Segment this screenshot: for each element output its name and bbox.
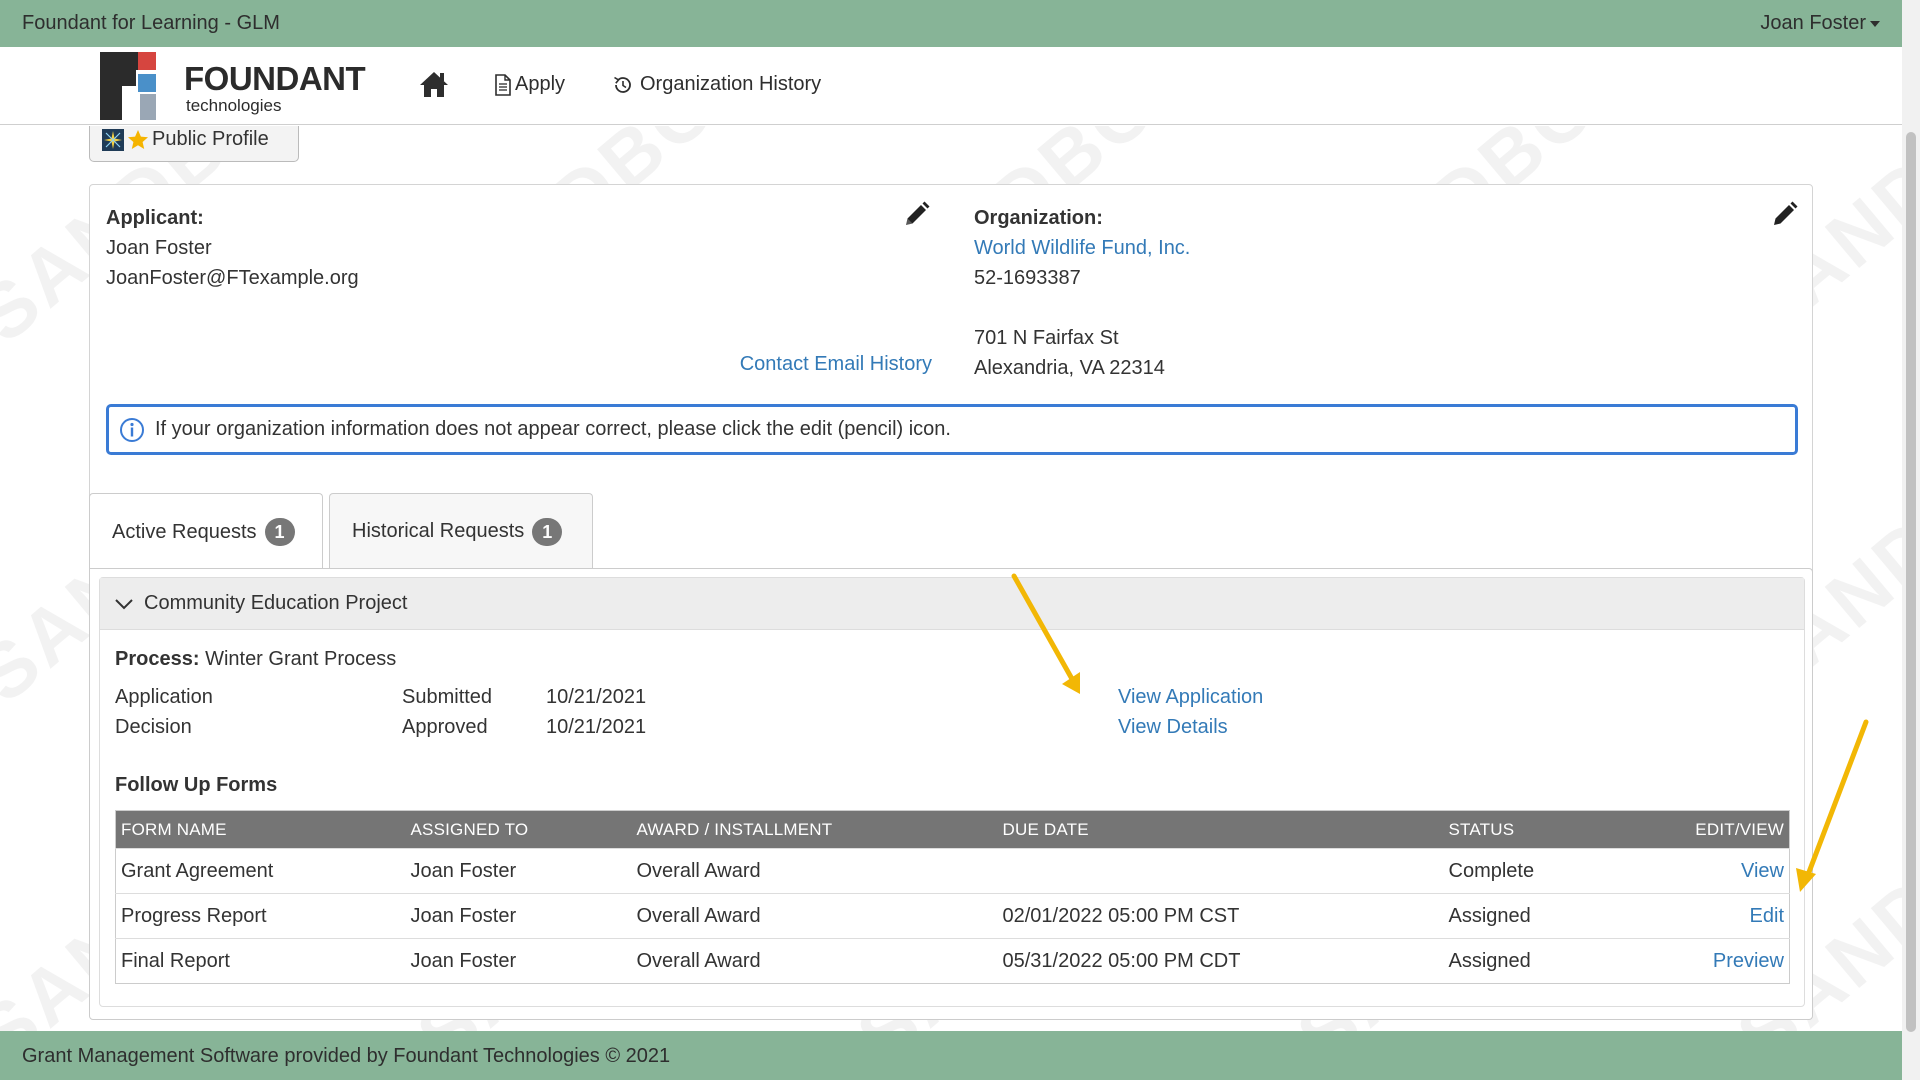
- column-header: FORM NAME: [115, 810, 406, 849]
- foundant-logo-mark-icon: [100, 52, 156, 120]
- active-requests-panel: Community Education Project Process: Win…: [89, 568, 1813, 1020]
- stage-name: Application: [115, 686, 213, 708]
- preview-form-link[interactable]: Preview: [1713, 950, 1784, 972]
- applicant-email: JoanFoster@FTexample.org: [106, 267, 359, 289]
- edit-organization-pencil-icon[interactable]: [1770, 201, 1798, 229]
- column-header: AWARD / INSTALLMENT: [631, 810, 998, 849]
- table-header-row: FORM NAME ASSIGNED TO AWARD / INSTALLMEN…: [115, 810, 1790, 849]
- logo-wordmark: FOUNDANT: [184, 60, 366, 97]
- form-name: Progress Report: [115, 893, 406, 939]
- form-name: Grant Agreement: [115, 848, 406, 894]
- due-date: [997, 848, 1444, 894]
- stage-date: 10/21/2021: [546, 686, 647, 708]
- organization-address-line1: 701 N Fairfax St: [974, 327, 1119, 349]
- edit-applicant-pencil-icon[interactable]: [902, 201, 930, 229]
- info-alert-message: If your organization information does no…: [155, 418, 951, 440]
- applicant-name: Joan Foster: [106, 237, 212, 259]
- edit-form-link[interactable]: Edit: [1750, 905, 1784, 927]
- award-installment: Overall Award: [631, 938, 998, 984]
- stage-name: Decision: [115, 716, 192, 738]
- tab-label: Historical Requests: [352, 520, 525, 542]
- organization-name-link[interactable]: World Wildlife Fund, Inc.: [974, 237, 1190, 259]
- process-line: Process: Winter Grant Process: [115, 648, 396, 671]
- count-badge: 1: [264, 518, 295, 546]
- stage-status: Approved: [402, 716, 488, 738]
- column-header: STATUS: [1443, 810, 1644, 849]
- chevron-down-icon: [115, 598, 133, 609]
- home-icon: [420, 72, 448, 97]
- apply-label: Apply: [515, 73, 566, 95]
- user-menu[interactable]: Joan Foster: [1760, 12, 1880, 35]
- request-title: Community Education Project: [144, 592, 408, 614]
- apply-link[interactable]: Apply: [494, 73, 565, 96]
- top-bar: Foundant for Learning - GLM Joan Foster: [0, 0, 1902, 47]
- process-value: Winter Grant Process: [205, 648, 397, 670]
- public-profile-label: Public Profile: [152, 128, 269, 150]
- organization-address-line2: Alexandria, VA 22314: [974, 357, 1165, 379]
- due-date: 02/01/2022 05:00 PM CST: [997, 893, 1444, 939]
- app-title: Foundant for Learning - GLM: [22, 12, 280, 34]
- column-header: EDIT/VIEW: [1643, 810, 1790, 849]
- document-icon: [495, 73, 511, 96]
- view-application-link[interactable]: View Application: [1118, 686, 1263, 709]
- public-profile-button[interactable]: Public Profile: [89, 126, 299, 162]
- history-icon: [614, 76, 631, 93]
- form-status: Assigned: [1443, 938, 1644, 984]
- sparkle-icon: [102, 128, 124, 151]
- assigned-to: Joan Foster: [405, 938, 632, 984]
- tab-active-requests[interactable]: Active Requests 1: [89, 493, 323, 570]
- foundant-logo[interactable]: FOUNDANT technologies: [98, 50, 373, 122]
- award-installment: Overall Award: [631, 848, 998, 894]
- nav-bar: FOUNDANT technologies Apply Organization…: [0, 47, 1902, 125]
- home-link[interactable]: [418, 69, 450, 99]
- applicant-heading: Applicant:: [106, 207, 204, 229]
- follow-up-forms-table: FORM NAME ASSIGNED TO AWARD / INSTALLMEN…: [115, 810, 1790, 984]
- table-row: Grant Agreement Joan Foster Overall Awar…: [115, 848, 1790, 894]
- request-header-toggle[interactable]: Community Education Project: [100, 578, 1804, 630]
- column-header: ASSIGNED TO: [405, 810, 632, 849]
- due-date: 05/31/2022 05:00 PM CDT: [997, 938, 1444, 984]
- award-installment: Overall Award: [631, 893, 998, 939]
- process-label: Process:: [115, 648, 200, 670]
- stage-date: 10/21/2021: [546, 716, 647, 738]
- table-row: Progress Report Joan Foster Overall Awar…: [115, 893, 1790, 939]
- count-badge: 1: [532, 517, 563, 546]
- star-icon: [128, 129, 148, 149]
- organization-history-label: Organization History: [640, 73, 822, 95]
- main-content: SANDBOXSANDBOXSANDBOXSANDBOXSANDBOXSANDB…: [0, 126, 1902, 1031]
- follow-up-forms-title: Follow Up Forms: [115, 774, 278, 796]
- logo-subtitle: technologies: [186, 96, 282, 115]
- table-row: Final Report Joan Foster Overall Award 0…: [115, 938, 1790, 984]
- organization-history-link[interactable]: Organization History: [612, 73, 821, 96]
- tab-label: Active Requests: [112, 520, 257, 543]
- tab-historical-requests[interactable]: Historical Requests 1: [329, 493, 593, 569]
- page-scrollbar[interactable]: [1902, 0, 1920, 1080]
- form-status: Complete: [1443, 848, 1644, 894]
- contact-email-history-link[interactable]: Contact Email History: [740, 353, 932, 376]
- form-name: Final Report: [115, 938, 406, 984]
- organization-block: Organization: World Wildlife Fund, Inc. …: [974, 203, 1190, 383]
- assigned-to: Joan Foster: [405, 848, 632, 894]
- organization-ein: 52-1693387: [974, 267, 1081, 289]
- view-details-link[interactable]: View Details: [1118, 716, 1228, 739]
- assigned-to: Joan Foster: [405, 893, 632, 939]
- column-header: DUE DATE: [997, 810, 1444, 849]
- scrollbar-thumb[interactable]: [1906, 132, 1916, 1032]
- info-alert: If your organization information does no…: [106, 404, 1798, 455]
- caret-down-icon: [1870, 20, 1880, 27]
- request-card: Community Education Project Process: Win…: [99, 577, 1805, 1007]
- stage-status: Submitted: [402, 686, 493, 708]
- organization-heading: Organization:: [974, 207, 1103, 229]
- footer: Grant Management Software provided by Fo…: [0, 1031, 1902, 1080]
- form-status: Assigned: [1443, 893, 1644, 939]
- applicant-block: Applicant: Joan Foster JoanFoster@FTexam…: [106, 203, 359, 293]
- user-name: Joan Foster: [1760, 12, 1866, 34]
- info-icon: [120, 417, 144, 442]
- view-form-link[interactable]: View: [1741, 860, 1784, 882]
- footer-text: Grant Management Software provided by Fo…: [22, 1045, 671, 1067]
